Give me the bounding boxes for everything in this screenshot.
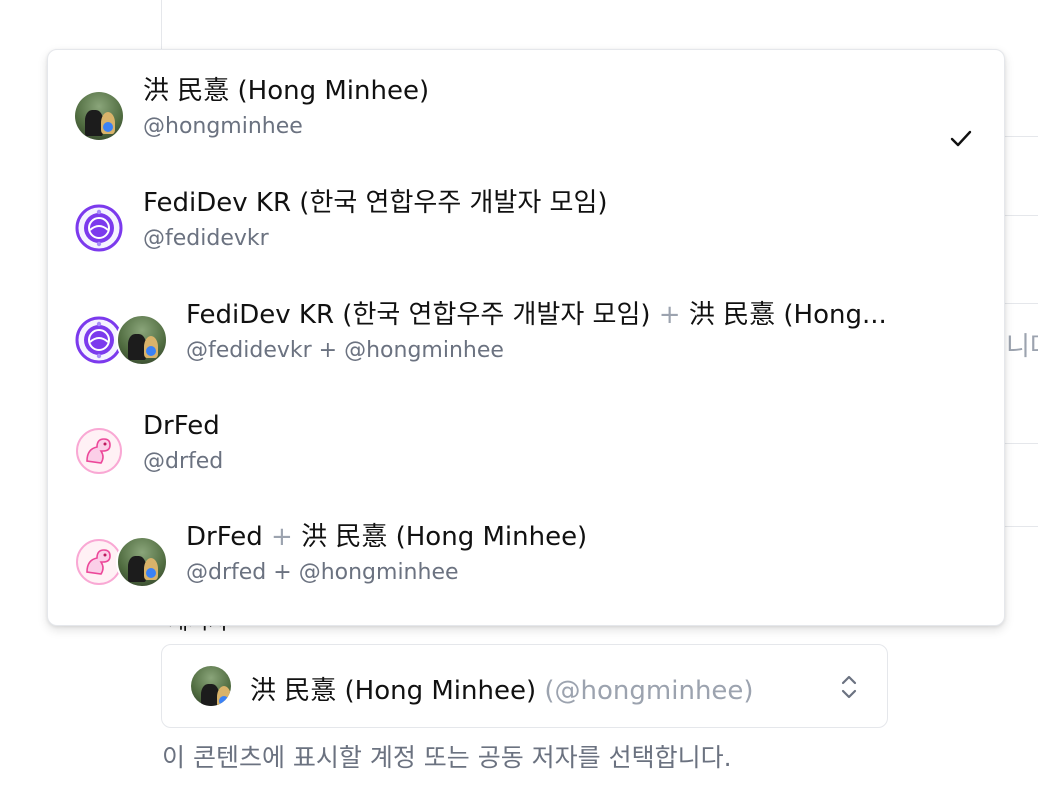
- account-name: DrFed: [143, 411, 220, 441]
- menu-item-texts: DrFed @drfed: [143, 409, 223, 477]
- menu-item-texts: FediDev KR (한국 연합우주 개발자 모임) @fedidevkr: [143, 186, 608, 254]
- select-value: 洪 民憙 (Hong Minhee) (@hongminhee): [250, 670, 754, 707]
- background-divider: [1000, 526, 1038, 527]
- background-partial-text: 니다: [1006, 332, 1038, 362]
- drfed-logo-avatar: [76, 428, 122, 474]
- account-handle: @drfed: [143, 449, 224, 474]
- plus-separator: +: [658, 300, 681, 330]
- background-divider: [1000, 215, 1038, 216]
- background-divider: [1000, 443, 1038, 444]
- account-handle-part: @hongminhee: [344, 338, 504, 363]
- account-handle: @hongminhee: [143, 114, 303, 139]
- account-handle-part: @fedidevkr: [186, 338, 312, 363]
- account-handle: @fedidevkr: [143, 226, 269, 251]
- background-divider: [1000, 136, 1038, 137]
- help-text: 이 콘텐츠에 표시할 계정 또는 공동 저자를 선택합니다.: [162, 743, 732, 772]
- background-divider: [1000, 303, 1038, 304]
- menu-item-fedidevkr-hongminhee[interactable]: FediDev KR (한국 연합우주 개발자 모임) + 洪 民憙 (Hong…: [48, 298, 1004, 408]
- fedidev-logo-avatar: [75, 204, 123, 252]
- photo-avatar: [116, 314, 168, 366]
- photo-avatar: [116, 536, 168, 588]
- account-handle-part: @drfed: [186, 560, 267, 585]
- account-name-part: DrFed: [186, 522, 263, 552]
- menu-item-texts: DrFed + 洪 民憙 (Hong Minhee) @drfed + @hon…: [186, 520, 587, 588]
- plus-separator: +: [318, 338, 338, 363]
- account-name: FediDev KR (한국 연합우주 개발자 모임) + 洪 民憙 (Hong…: [186, 298, 887, 332]
- menu-item-fedidevkr[interactable]: FediDev KR (한국 연합우주 개발자 모임) @fedidevkr: [48, 186, 1004, 296]
- account-name-part: 洪 民憙 (Hong...: [688, 300, 887, 330]
- menu-item-texts: FediDev KR (한국 연합우주 개발자 모임) + 洪 民憙 (Hong…: [186, 298, 887, 366]
- menu-item-hongminhee[interactable]: 洪 民憙 (Hong Minhee) @hongminhee: [48, 74, 1004, 184]
- menu-item-drfed-hongminhee[interactable]: DrFed + 洪 民憙 (Hong Minhee) @drfed + @hon…: [48, 520, 1004, 630]
- account-handle: @drfed + @hongminhee: [186, 558, 587, 588]
- chevron-up-down-icon: [841, 675, 857, 699]
- account-name: 洪 民憙 (Hong Minhee): [143, 76, 430, 106]
- select-value-handle: (@hongminhee): [544, 676, 754, 706]
- account-name-part: 洪 民憙 (Hong Minhee): [301, 522, 588, 552]
- photo-avatar: [75, 92, 123, 140]
- account-handle: @fedidevkr + @hongminhee: [186, 336, 887, 366]
- author-select[interactable]: 洪 民憙 (Hong Minhee) (@hongminhee): [161, 644, 888, 728]
- account-handle-part: @hongminhee: [298, 560, 459, 585]
- menu-item-texts: 洪 民憙 (Hong Minhee) @hongminhee: [143, 74, 429, 142]
- account-name-part: FediDev KR (한국 연합우주 개발자 모임): [186, 300, 651, 330]
- check-icon: [950, 130, 972, 147]
- menu-item-drfed[interactable]: DrFed @drfed: [48, 409, 1004, 519]
- account-name: FediDev KR (한국 연합우주 개발자 모임): [143, 188, 608, 218]
- account-name: DrFed + 洪 民憙 (Hong Minhee): [186, 520, 587, 554]
- plus-separator: +: [271, 522, 293, 552]
- select-value-name: 洪 民憙 (Hong Minhee): [250, 676, 537, 706]
- author-dropdown-menu: 洪 民憙 (Hong Minhee) @hongminhee FediDev K…: [47, 49, 1005, 626]
- background-divider: [161, 0, 162, 50]
- plus-separator: +: [273, 560, 292, 585]
